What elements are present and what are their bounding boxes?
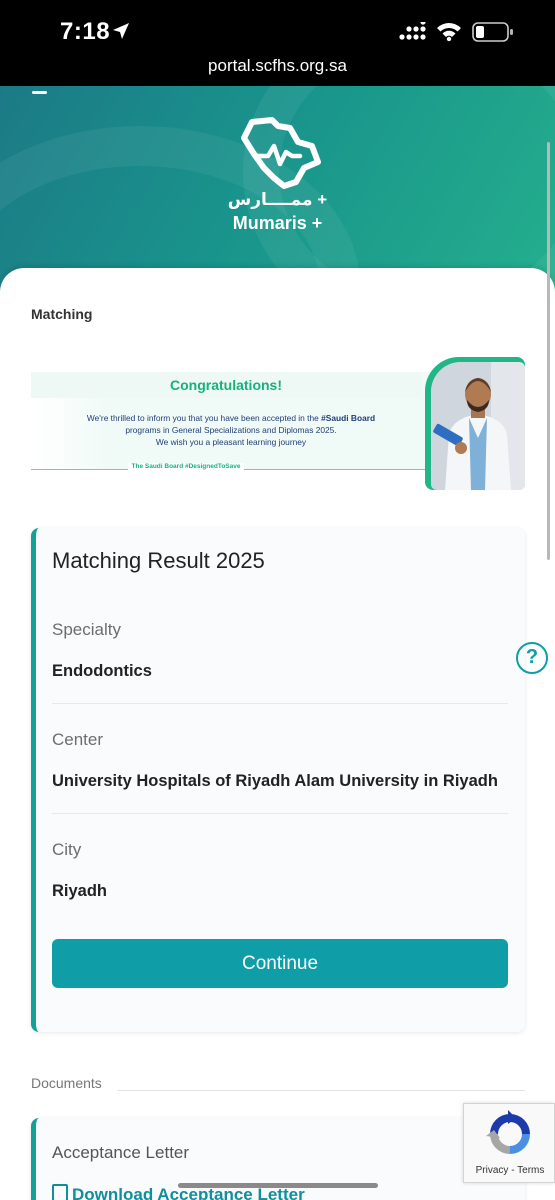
banner-line3: We wish you a pleasant learning journey [155, 437, 307, 447]
logo-english-text: Mumaris + [232, 213, 323, 233]
battery-icon [472, 22, 513, 42]
specialty-label: Specialty [52, 620, 121, 639]
documents-divider [117, 1090, 525, 1091]
center-label: Center [52, 730, 104, 749]
matching-result-card: Matching Result 2025 Specialty Endodonti… [31, 528, 525, 1032]
doctor-illustration [431, 362, 525, 490]
scrollbar[interactable] [547, 142, 550, 560]
recaptcha-icon [486, 1110, 530, 1154]
page-title: Matching [31, 306, 93, 322]
divider [52, 813, 508, 814]
recaptcha-badge[interactable]: Privacy - Terms [463, 1103, 555, 1183]
banner-message: We're thrilled to inform you that you ha… [51, 412, 411, 448]
divider [52, 703, 508, 704]
specialty-value: Endodontics [52, 662, 152, 680]
logo-arabic-text: ممــــارس + [227, 190, 328, 209]
continue-button[interactable]: Continue [52, 939, 508, 988]
cellular-signal-icon [399, 22, 426, 40]
pdf-file-icon [52, 1184, 68, 1200]
banner-title: Congratulations! [170, 377, 282, 393]
doctor-photo [431, 362, 525, 490]
address-bar-url[interactable]: portal.scfhs.org.sa [0, 56, 555, 76]
banner-line1: We're thrilled to inform you that you ha… [86, 413, 322, 423]
banner-line1-bold: #Saudi Board [321, 413, 376, 423]
location-arrow-icon [113, 23, 129, 39]
status-time: 7:18 [60, 18, 111, 45]
banner-tagline-text: The Saudi Board #DesignedToSave [127, 463, 245, 470]
city-value: Riyadh [52, 882, 108, 900]
home-indicator[interactable] [178, 1183, 378, 1188]
congratulations-banner: Congratulations! We're thrilled to infor… [31, 354, 525, 494]
documents-label: Documents [31, 1075, 102, 1091]
wifi-icon [437, 23, 461, 42]
mumaris-logo-icon [241, 117, 321, 189]
status-bar: 7:18 portal.scfhs.org.sa [0, 0, 555, 86]
content-sheet: Matching Congratulations! We're thrilled… [0, 268, 555, 1200]
banner-tagline: The Saudi Board #DesignedToSave [31, 463, 341, 470]
city-label: City [52, 840, 82, 859]
help-icon[interactable]: ? [516, 642, 548, 674]
acceptance-letter-title: Acceptance Letter [52, 1143, 190, 1162]
center-value: University Hospitals of Riyadh Alam Univ… [52, 772, 498, 790]
menu-dash-icon[interactable] [32, 91, 47, 94]
recaptcha-privacy-terms[interactable]: Privacy - Terms [464, 1165, 555, 1176]
result-title: Matching Result 2025 [52, 548, 265, 573]
banner-line2: programs in General Specializations and … [125, 425, 337, 435]
